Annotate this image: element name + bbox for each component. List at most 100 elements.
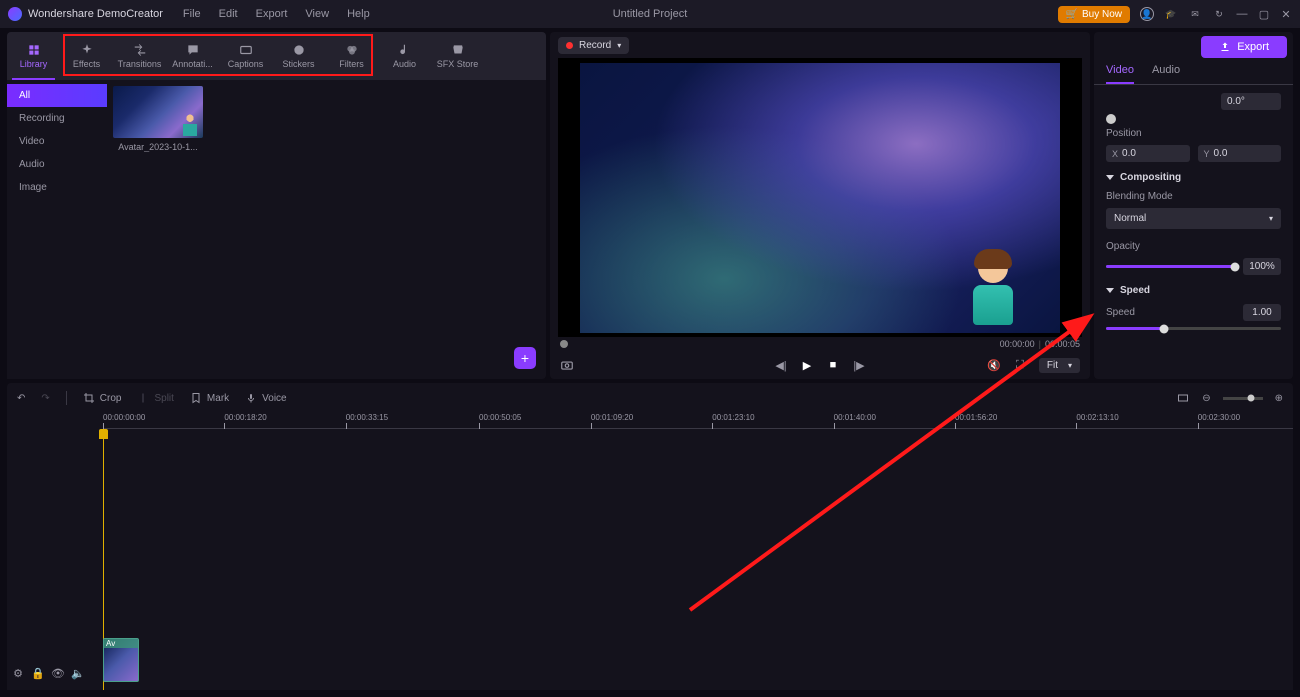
add-media-button[interactable]: + [514, 347, 536, 369]
timeline-panel: ↶ ↷ Crop Split Mark Voice ⊖ ⊕ 00:00:0 [7, 383, 1293, 690]
tab-sfx-store[interactable]: SFX Store [431, 32, 484, 80]
tracks-area[interactable]: Av [103, 429, 1293, 690]
undo-button[interactable]: ↶ [17, 393, 25, 404]
menu-view[interactable]: View [305, 8, 329, 20]
media-thumbnail[interactable] [113, 86, 203, 138]
track-lock-button[interactable]: 🔒 [31, 666, 45, 680]
library-tabbar: Library Effects Transitions Annotati... … [7, 32, 546, 80]
sidebar-item-audio[interactable]: Audio [7, 153, 107, 176]
crop-tool[interactable]: Crop [83, 392, 122, 404]
message-icon[interactable]: ✉ [1188, 7, 1202, 21]
tab-filters[interactable]: Filters [325, 32, 378, 80]
media-item[interactable]: Avatar_2023-10-1... [113, 86, 203, 152]
mute-button[interactable]: 🔇 [987, 358, 1001, 372]
avatar-figure [966, 253, 1020, 327]
academy-icon[interactable]: 🎓 [1164, 7, 1178, 21]
redo-button[interactable]: ↷ [41, 393, 49, 404]
menu-edit[interactable]: Edit [219, 8, 238, 20]
menu-help[interactable]: Help [347, 8, 370, 20]
speed-slider[interactable] [1106, 327, 1281, 330]
refresh-icon[interactable]: ↻ [1212, 7, 1226, 21]
mark-tool[interactable]: Mark [190, 392, 229, 404]
position-x-input[interactable]: X0.0 [1106, 145, 1190, 162]
menu-export[interactable]: Export [256, 8, 288, 20]
position-label: Position [1106, 128, 1281, 139]
timeline-ruler[interactable]: 00:00:00:00 00:00:18:20 00:00:33:15 00:0… [103, 413, 1293, 429]
sidebar-item-video[interactable]: Video [7, 130, 107, 153]
blending-mode-dropdown[interactable]: Normal ▾ [1106, 208, 1281, 229]
caret-down-icon [1106, 288, 1114, 293]
preview-panel: Record ▾ 00:00:00 | 00:00:05 [550, 32, 1090, 379]
tab-audio[interactable]: Audio [378, 32, 431, 80]
stop-button[interactable]: ■ [826, 358, 840, 372]
position-y-input[interactable]: Y0.0 [1198, 145, 1282, 162]
preview-seekbar[interactable]: 00:00:00 | 00:00:05 [550, 337, 1090, 351]
account-icon[interactable]: 👤 [1140, 7, 1154, 21]
tab-stickers[interactable]: Stickers [272, 32, 325, 80]
export-button[interactable]: Export [1201, 36, 1287, 58]
clip-label: Av [104, 639, 138, 648]
zoom-in-button[interactable]: ⊕ [1275, 393, 1283, 404]
sidebar-item-image[interactable]: Image [7, 176, 107, 199]
zoom-slider[interactable] [1223, 397, 1263, 400]
project-title: Untitled Project [613, 8, 688, 20]
speed-value[interactable]: 1.00 [1243, 304, 1281, 321]
track-visibility-button[interactable]: 👁 [51, 666, 65, 680]
buy-now-label: Buy Now [1082, 9, 1122, 20]
tab-library[interactable]: Library [7, 32, 60, 80]
cart-icon: 🛒 [1066, 9, 1078, 20]
speed-header[interactable]: Speed [1106, 285, 1281, 296]
app-logo-icon [8, 7, 22, 21]
library-sidebar: All Recording Video Audio Image [7, 80, 107, 379]
video-frame [580, 63, 1060, 333]
property-tabs: Video Audio [1094, 58, 1293, 85]
chevron-down-icon: ▾ [1269, 214, 1273, 223]
properties-panel: Export Video Audio 0.0° Position X0.0 Y0… [1094, 32, 1293, 379]
compositing-header[interactable]: Compositing [1106, 172, 1281, 183]
minimize-button[interactable]: — [1236, 8, 1248, 20]
tab-annotations[interactable]: Annotati... [166, 32, 219, 80]
fit-dropdown[interactable]: Fit ▾ [1039, 358, 1080, 373]
tab-transitions[interactable]: Transitions [113, 32, 166, 80]
prop-tab-audio[interactable]: Audio [1152, 64, 1180, 84]
sidebar-item-recording[interactable]: Recording [7, 107, 107, 130]
buy-now-button[interactable]: 🛒 Buy Now [1058, 6, 1130, 23]
seek-handle[interactable] [560, 340, 568, 348]
zoom-out-button[interactable]: ⊖ [1202, 393, 1210, 404]
time-current: 00:00:00 [1000, 339, 1035, 349]
fullscreen-button[interactable]: ⛶ [1013, 358, 1027, 372]
record-label: Record [579, 40, 611, 51]
snapshot-button[interactable] [560, 358, 574, 372]
tab-captions[interactable]: Captions [219, 32, 272, 80]
record-dot-icon [566, 42, 573, 49]
voice-tool[interactable]: Voice [245, 392, 286, 404]
opacity-value[interactable]: 100% [1243, 258, 1281, 275]
timeline-toolbar: ↶ ↷ Crop Split Mark Voice ⊖ ⊕ [7, 383, 1293, 413]
track-mute-button[interactable]: 🔈 [71, 666, 85, 680]
opacity-slider[interactable] [1106, 265, 1235, 268]
preview-viewport[interactable] [558, 58, 1082, 337]
tab-effects[interactable]: Effects [60, 32, 113, 80]
maximize-button[interactable]: ▢ [1258, 8, 1270, 20]
aspect-button[interactable] [1176, 392, 1190, 404]
preview-controls: ◀| ▶ ■ |▶ 🔇 ⛶ Fit ▾ [550, 351, 1090, 379]
opacity-label: Opacity [1106, 241, 1281, 252]
play-button[interactable]: ▶ [800, 358, 814, 372]
sidebar-item-all[interactable]: All [7, 84, 107, 107]
track-settings-button[interactable]: ⚙ [11, 666, 25, 680]
menu-file[interactable]: File [183, 8, 201, 20]
close-button[interactable]: ✕ [1280, 8, 1292, 20]
prev-frame-button[interactable]: ◀| [774, 358, 788, 372]
speed-label: Speed [1106, 307, 1135, 318]
prop-tab-video[interactable]: Video [1106, 64, 1134, 84]
blending-label: Blending Mode [1106, 191, 1281, 202]
timeline-clip[interactable]: Av [103, 638, 139, 682]
record-dropdown[interactable]: Record ▾ [558, 37, 629, 54]
next-frame-button[interactable]: |▶ [852, 358, 866, 372]
title-bar: Wondershare DemoCreator File Edit Export… [0, 0, 1300, 28]
split-tool[interactable]: Split [137, 392, 173, 404]
app-name: Wondershare DemoCreator [28, 8, 163, 20]
media-grid: Avatar_2023-10-1... + [107, 80, 546, 379]
rotation-value[interactable]: 0.0° [1221, 93, 1281, 110]
time-total: 00:00:05 [1045, 339, 1080, 349]
